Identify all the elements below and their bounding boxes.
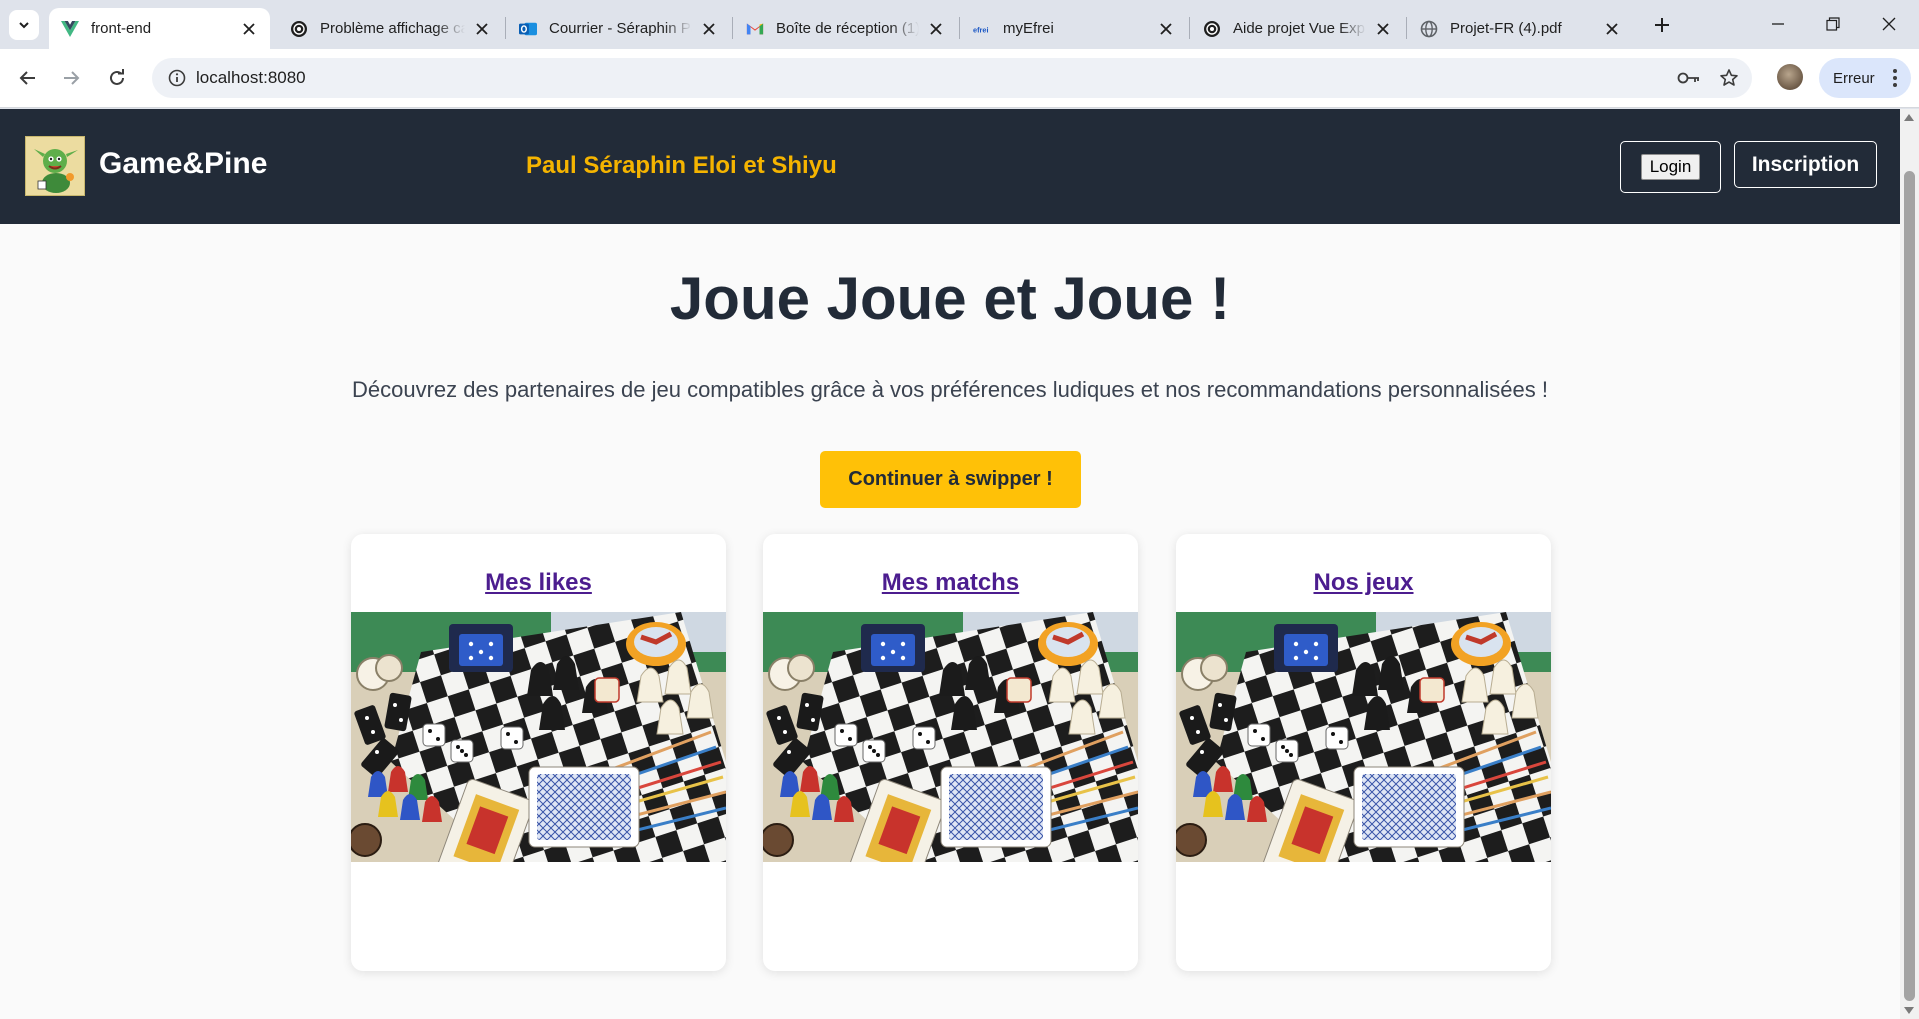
hero-subtitle: Découvrez des partenaires de jeu compati… (351, 377, 1548, 402)
goblin-mascot-icon (26, 137, 84, 195)
tab-search-button[interactable] (9, 10, 39, 40)
vue-logo-icon (61, 20, 79, 38)
continue-swiping-button[interactable]: Continuer à swipper ! (820, 451, 1081, 508)
tab-title: Courrier - Séraphin Paul (549, 20, 692, 37)
password-key-icon[interactable] (1674, 63, 1704, 93)
minimize-icon (1772, 23, 1784, 25)
hero-title: Joue Joue et Joue ! (669, 265, 1231, 332)
page-viewport: Game&Pine Paul Séraphin Eloi et Shiyu Lo… (0, 109, 1900, 1019)
close-tab-icon[interactable] (1155, 18, 1177, 40)
signup-button[interactable]: Inscription (1734, 141, 1877, 188)
close-tab-icon[interactable] (1372, 18, 1394, 40)
close-tab-icon[interactable] (925, 18, 947, 40)
tab-title: front-end (91, 20, 152, 37)
more-options-icon[interactable] (1893, 69, 1897, 87)
browser-tab[interactable]: Boîte de réception (1) (734, 8, 957, 49)
card-matches: Mes matchs (763, 534, 1138, 971)
browser-tab[interactable]: Courrier - Séraphin Paul (507, 8, 730, 49)
close-tab-icon[interactable] (698, 18, 720, 40)
outlook-icon (519, 20, 537, 38)
browser-tab[interactable]: front-end (49, 8, 270, 49)
browser-tab[interactable]: efrei myEfrei (961, 8, 1187, 49)
profile-avatar[interactable] (1777, 64, 1803, 90)
gmail-icon (746, 20, 764, 38)
globe-icon (1420, 20, 1438, 38)
app-navbar: Game&Pine Paul Séraphin Eloi et Shiyu Lo… (0, 109, 1900, 224)
chatgpt-icon (290, 20, 308, 38)
authors-text: Paul Séraphin Eloi et Shiyu (526, 152, 837, 179)
browser-tab[interactable]: Projet-FR (4).pdf (1408, 8, 1633, 49)
svg-text:efrei: efrei (973, 25, 989, 34)
chevron-down-icon (19, 22, 29, 29)
close-tab-icon[interactable] (1601, 18, 1623, 40)
card-title-link[interactable]: Mes likes (351, 569, 726, 597)
browser-tab[interactable]: Aide projet Vue Express (1191, 8, 1404, 49)
plus-icon (1655, 18, 1669, 32)
restore-icon (1826, 17, 1840, 31)
board-games-image (763, 612, 1138, 862)
reload-button[interactable] (101, 62, 133, 94)
card-games: Nos jeux (1176, 534, 1551, 971)
chatgpt-icon (1203, 20, 1221, 38)
forward-button[interactable] (55, 62, 87, 94)
login-button-frame[interactable]: Login (1620, 141, 1721, 193)
profile-error-label: Erreur (1833, 69, 1875, 87)
scrollbar-thumb[interactable] (1904, 171, 1915, 1001)
tab-separator (959, 17, 960, 39)
arrow-right-icon (64, 71, 80, 85)
tab-separator (1406, 17, 1407, 39)
arrow-left-icon (19, 71, 35, 85)
board-games-image (1176, 612, 1551, 862)
url-text[interactable]: localhost:8080 (196, 68, 306, 88)
close-tab-icon[interactable] (471, 18, 493, 40)
reload-icon (110, 69, 124, 85)
address-bar[interactable]: localhost:8080 (152, 58, 1752, 98)
browser-tab-strip: front-end Problème affichage cartes Cour… (0, 0, 1919, 49)
back-button[interactable] (12, 62, 44, 94)
tab-title: myEfrei (1003, 20, 1054, 37)
card-title-link[interactable]: Nos jeux (1176, 569, 1551, 597)
card-likes: Mes likes (351, 534, 726, 971)
board-games-image (351, 612, 726, 862)
browser-toolbar: localhost:8080 Erreur (0, 49, 1919, 108)
minimize-button[interactable] (1758, 8, 1798, 40)
tab-title: Boîte de réception (1) (776, 20, 919, 37)
app-logo[interactable] (25, 136, 85, 196)
close-window-button[interactable] (1869, 8, 1909, 40)
scroll-up-arrow-icon[interactable] (1904, 114, 1914, 121)
close-icon (1882, 17, 1896, 31)
tab-title: Aide projet Vue Express (1233, 20, 1366, 37)
scroll-down-arrow-icon[interactable] (1904, 1007, 1914, 1014)
tab-separator (1189, 17, 1190, 39)
tab-separator (505, 17, 506, 39)
card-title-link[interactable]: Mes matchs (763, 569, 1138, 597)
new-tab-button[interactable] (1648, 11, 1676, 39)
efrei-icon: efrei (973, 20, 991, 38)
bookmark-star-icon[interactable] (1714, 63, 1744, 93)
app-brand-name[interactable]: Game&Pine (99, 147, 267, 181)
browser-tab[interactable]: Problème affichage cartes (278, 8, 503, 49)
close-tab-icon[interactable] (238, 18, 260, 40)
tab-separator (732, 17, 733, 39)
page-scrollbar[interactable] (1900, 109, 1919, 1019)
login-button[interactable]: Login (1640, 154, 1701, 180)
restore-button[interactable] (1813, 8, 1853, 40)
tab-title: Problème affichage cartes (320, 20, 465, 37)
profile-error-button[interactable]: Erreur (1819, 58, 1911, 98)
tab-title: Projet-FR (4).pdf (1450, 20, 1562, 37)
site-info-icon[interactable] (162, 63, 192, 93)
